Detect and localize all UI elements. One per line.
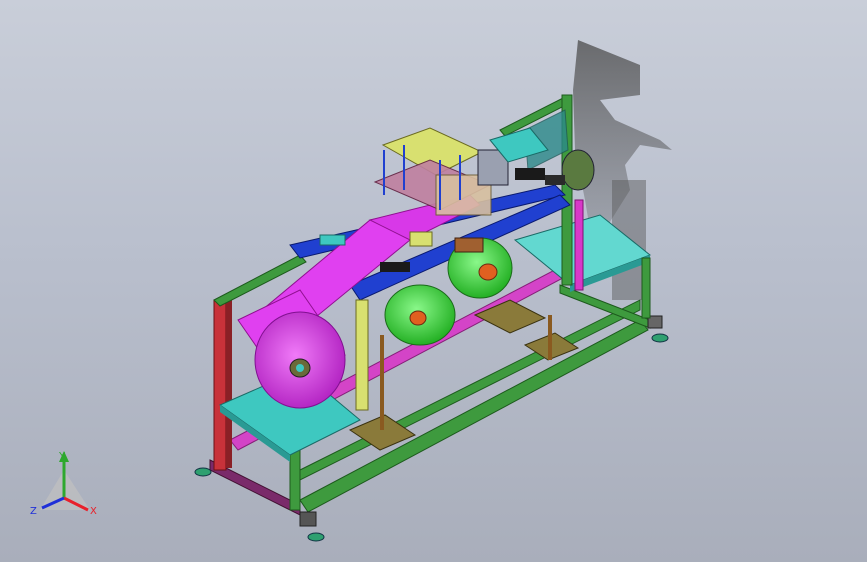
triad-x-label: X (90, 506, 97, 517)
assembly-model[interactable]: Y X Z (0, 0, 867, 562)
orientation-triad[interactable]: Y X Z (30, 451, 97, 517)
model-viewport[interactable]: Y X Z (0, 0, 867, 562)
triad-z-label: Z (30, 506, 37, 517)
triad-y-label: Y (58, 451, 66, 462)
